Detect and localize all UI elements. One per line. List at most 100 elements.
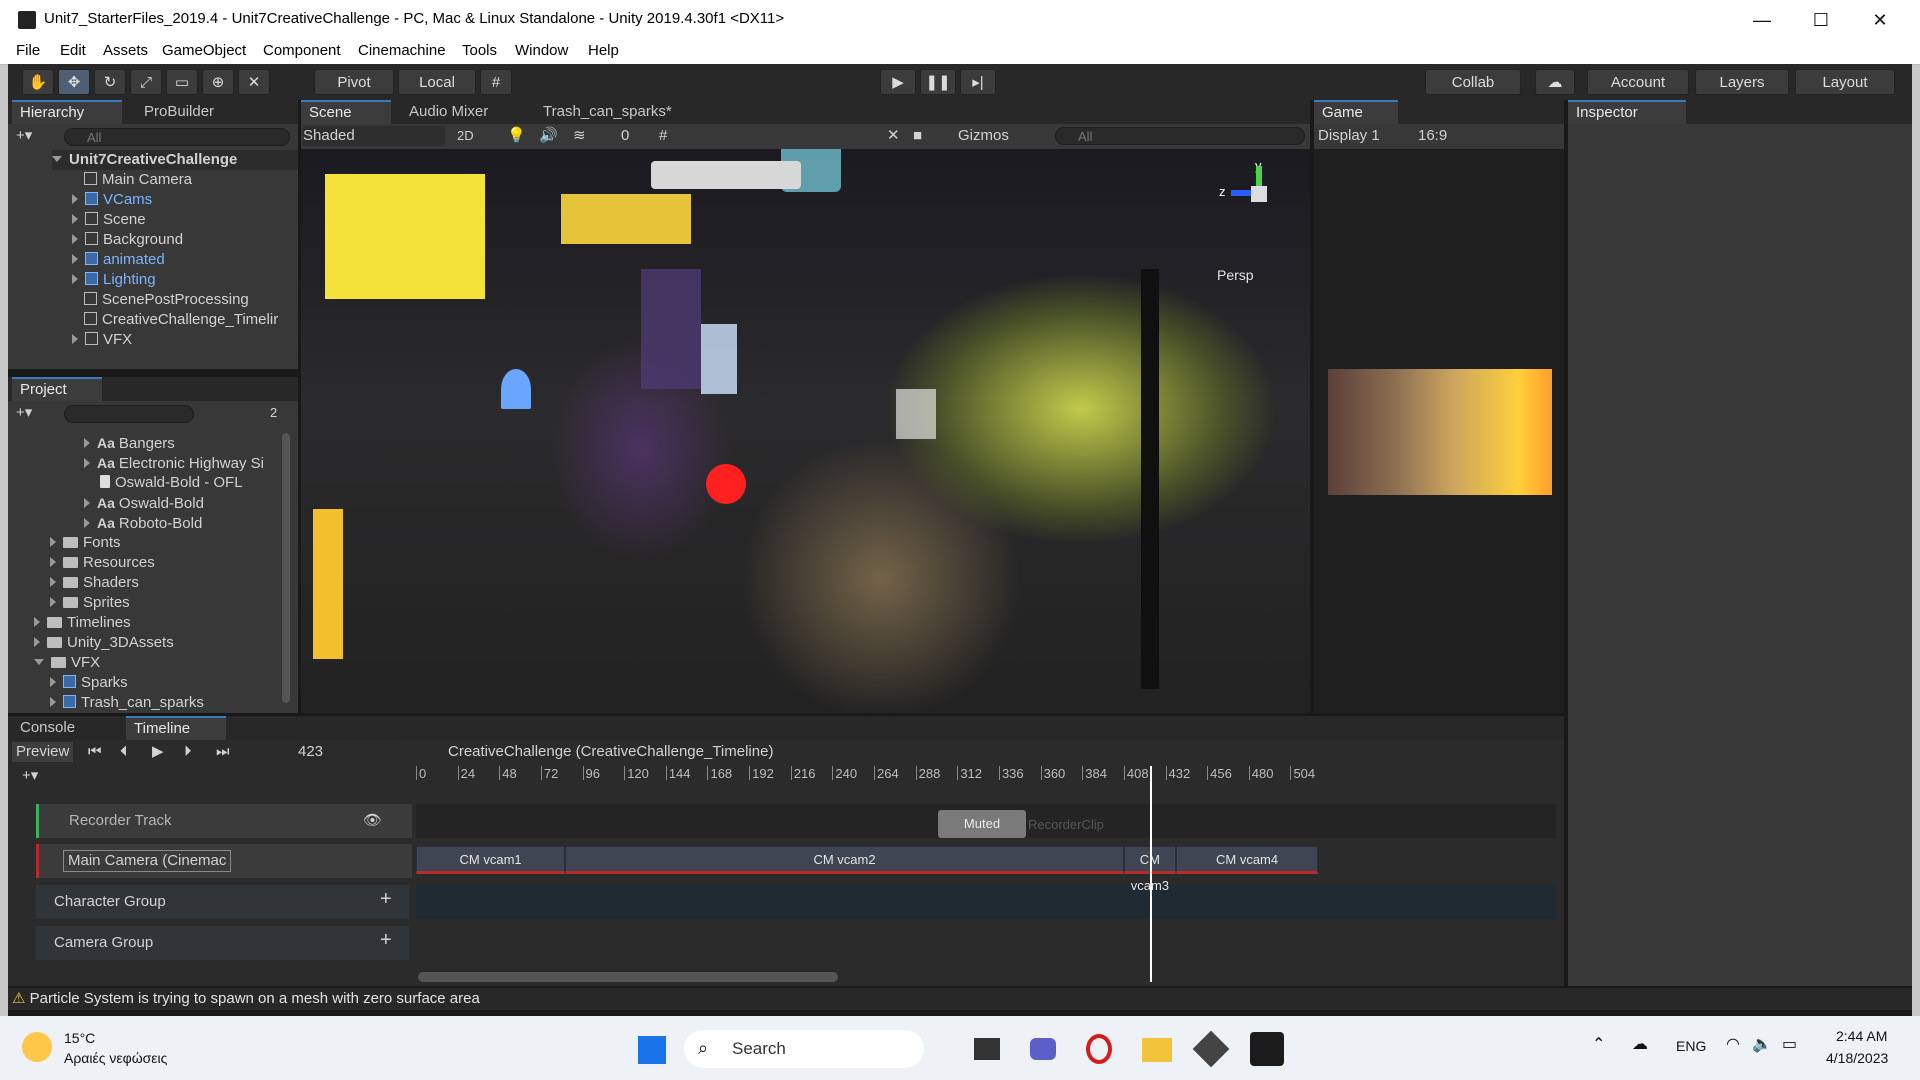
hierarchy-item-main-camera[interactable]: Main Camera	[84, 170, 192, 190]
hierarchy-item-scene[interactable]: Scene	[72, 210, 146, 230]
tab-probuilder[interactable]: ProBuilder	[136, 100, 236, 124]
tab-scene[interactable]: Scene	[301, 100, 391, 124]
expand-arrow-icon[interactable]	[72, 214, 78, 224]
pivot-toggle[interactable]: Pivot	[314, 69, 394, 95]
menu-tools[interactable]: Tools	[462, 42, 497, 59]
prev-frame-icon[interactable]: ⏴	[120, 742, 128, 762]
frame-input[interactable]: 423	[294, 742, 402, 762]
recorder-clip[interactable]: RecorderClip	[1028, 817, 1104, 832]
expand-arrow-icon[interactable]	[84, 438, 90, 448]
tab-inspector[interactable]: Inspector	[1568, 100, 1686, 124]
timeline-horizontal-scrollbar[interactable]	[418, 972, 838, 982]
project-item-font[interactable]: Aa Oswald-Bold	[84, 493, 204, 513]
expand-arrow-icon[interactable]	[50, 537, 56, 547]
close-button[interactable]: ✕	[1855, 6, 1905, 34]
project-folder-vfx[interactable]: VFX	[34, 653, 100, 673]
light-gizmo-icon[interactable]	[706, 464, 746, 504]
scene-search-input[interactable]: All	[1055, 127, 1305, 145]
expand-arrow-icon[interactable]	[72, 334, 78, 344]
menu-gameobject[interactable]: GameObject	[162, 42, 246, 59]
create-asset-button[interactable]: +▾	[16, 403, 32, 423]
character-group-header[interactable]: Character Group +	[36, 885, 409, 919]
minimize-button[interactable]: —	[1737, 6, 1787, 34]
camera-clips-lane[interactable]: CM vcam1CM vcam2CM vcam3CM vcam4	[416, 846, 1556, 893]
move-tool-icon[interactable]: ✥	[58, 69, 90, 95]
battery-icon[interactable]: ▭	[1782, 1034, 1797, 1054]
expand-arrow-icon[interactable]	[50, 557, 56, 567]
menu-component[interactable]: Component	[263, 42, 341, 59]
opera-icon[interactable]	[1086, 1034, 1112, 1064]
expand-arrow-icon[interactable]	[50, 697, 56, 707]
hierarchy-item-postprocessing[interactable]: ScenePostProcessing	[84, 290, 249, 310]
add-track-button[interactable]: +▾	[22, 766, 38, 786]
scene-viewport[interactable]: y z Persp	[301, 149, 1310, 713]
project-folder-3dassets[interactable]: Unity_3DAssets	[34, 633, 174, 653]
effects-toggle-icon[interactable]: ≋	[573, 126, 586, 146]
tab-project[interactable]: Project	[12, 377, 102, 401]
menu-edit[interactable]: Edit	[60, 42, 86, 59]
menu-window[interactable]: Window	[515, 42, 568, 59]
project-scrollbar[interactable]	[282, 433, 290, 703]
rotate-tool-icon[interactable]: ↻	[94, 69, 126, 95]
status-bar[interactable]: ⚠ Particle System is trying to spawn on …	[8, 988, 1912, 1010]
step-button[interactable]: ▸|	[960, 69, 996, 95]
add-object-button[interactable]: +▾	[16, 126, 32, 146]
light-gizmo-icon[interactable]	[501, 369, 531, 409]
pause-button[interactable]: ❚❚	[920, 69, 956, 95]
lighting-toggle-icon[interactable]: 💡	[507, 126, 526, 146]
expand-arrow-icon[interactable]	[50, 677, 56, 687]
tab-trash-can-sparks[interactable]: Trash_can_sparks*	[535, 100, 695, 124]
project-item-file[interactable]: Oswald-Bold - OFL	[100, 473, 243, 493]
hand-tool-icon[interactable]: ✋	[22, 69, 54, 95]
clock-time[interactable]: 2:44 AM	[1836, 1028, 1887, 1044]
project-folder-timelines[interactable]: Timelines	[34, 613, 131, 633]
scene-orientation-gizmo[interactable]: y z	[1219, 158, 1291, 224]
project-item-font[interactable]: Aa Electronic Highway Si	[84, 453, 264, 473]
layout-dropdown[interactable]: Layout	[1795, 69, 1895, 95]
volume-icon[interactable]: 🔈	[1752, 1034, 1772, 1054]
project-item-font[interactable]: Aa Bangers	[84, 433, 175, 453]
cinemachine-clip[interactable]: CM vcam4	[1175, 846, 1319, 874]
transform-tool-icon[interactable]: ⊕	[202, 69, 234, 95]
hierarchy-item-timeline[interactable]: CreativeChallenge_Timelir	[84, 310, 298, 330]
expand-arrow-icon[interactable]	[72, 274, 78, 284]
hierarchy-item-vcams[interactable]: VCams	[72, 190, 152, 210]
onedrive-icon[interactable]: ☁	[1632, 1034, 1648, 1054]
shading-mode-dropdown[interactable]: Shaded	[303, 126, 445, 146]
expand-arrow-icon[interactable]	[72, 254, 78, 264]
timeline-playhead[interactable]	[1149, 766, 1152, 982]
gizmos-dropdown[interactable]: Gizmos	[958, 126, 1009, 146]
camera-icon[interactable]: ■	[913, 126, 922, 146]
file-explorer-icon[interactable]	[1142, 1038, 1172, 1062]
project-prefab-sparks[interactable]: Sparks	[50, 673, 128, 693]
goto-start-icon[interactable]: ⏮	[88, 742, 102, 762]
custom-tool-icon[interactable]: ✕	[238, 69, 270, 95]
recorder-track-header[interactable]: Recorder Track 👁	[36, 804, 412, 838]
game-viewport[interactable]	[1328, 369, 1552, 495]
camera-track-header[interactable]: Main Camera (Cinemac	[36, 844, 412, 878]
menu-cinemachine[interactable]: Cinemachine	[358, 42, 446, 59]
tab-game[interactable]: Game	[1314, 100, 1398, 124]
cinemachine-clip[interactable]: CM vcam2	[565, 846, 1124, 874]
unity-editor-taskbar-icon[interactable]	[1250, 1032, 1284, 1066]
expand-arrow-icon[interactable]	[52, 156, 62, 162]
grid-toggle-icon[interactable]: #	[659, 126, 667, 146]
hierarchy-item-animated[interactable]: animated	[72, 250, 165, 270]
tab-audio-mixer[interactable]: Audio Mixer	[401, 100, 521, 124]
tab-console[interactable]: Console	[12, 716, 112, 740]
light-gizmo-icon[interactable]	[896, 389, 936, 439]
menu-assets[interactable]: Assets	[103, 42, 148, 59]
weather-description[interactable]: Αραιές νεφώσεις	[64, 1050, 167, 1066]
tab-hierarchy[interactable]: Hierarchy	[12, 100, 122, 124]
tools-icon[interactable]: ✕	[887, 126, 900, 146]
show-hidden-icons-icon[interactable]: ⌃	[1592, 1034, 1605, 1054]
timeline-asset-selector[interactable]: CreativeChallenge (CreativeChallenge_Tim…	[448, 742, 773, 762]
next-frame-icon[interactable]: ⏵	[184, 742, 192, 762]
2d-toggle[interactable]: 2D	[457, 126, 474, 146]
expand-arrow-icon[interactable]	[72, 234, 78, 244]
add-to-group-icon[interactable]: +	[380, 930, 392, 950]
local-toggle[interactable]: Local	[398, 69, 476, 95]
aspect-dropdown[interactable]: 16:9	[1418, 126, 1447, 146]
menu-file[interactable]: File	[16, 42, 40, 59]
project-folder-shaders[interactable]: Shaders	[50, 573, 139, 593]
